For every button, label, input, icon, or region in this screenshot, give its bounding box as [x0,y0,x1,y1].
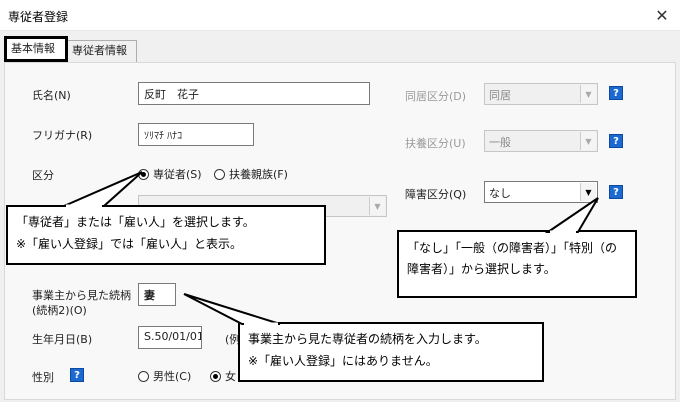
relation-input[interactable]: 妻 [138,283,176,306]
callout-relation-line1: 事業主から見た専従者の続柄を入力します。 [248,332,487,346]
name-label: 氏名(N) [32,89,71,102]
title-bar: 専従者登録 ✕ [0,0,680,31]
radio-circle [138,370,149,382]
chevron-down-icon: ▼ [369,197,385,215]
radio-senjuusha-label: 専従者(S) [153,168,202,181]
name-input[interactable]: 反町 花子 [138,82,370,105]
help-icon[interactable]: ? [609,86,623,100]
callout-shougai-line2: 障害者）」から選択します。 [407,262,556,276]
radio-circle-selected [210,370,221,382]
relation-label-line2: (続柄2)(O) [32,304,87,317]
callout-kubun-line2: ※「雇い人登録」では「雇い人」と表示。 [16,237,243,251]
kubun-label: 区分 [32,169,54,182]
callout-shougai-pointer [544,197,599,234]
radio-female[interactable]: 女 [210,368,236,384]
callout-kubun: 「専従者」または「雇い人」を選択します。 ※「雇い人登録」では「雇い人」と表示。 [6,205,326,265]
help-icon[interactable]: ? [609,134,623,148]
callout-relation-line2: ※「雇い人登録」にはありません。 [248,354,438,368]
fuyou-label: 扶養区分(U) [405,137,466,150]
help-icon[interactable]: ? [609,185,623,199]
callout-relation: 事業主から見た専従者の続柄を入力します。 ※「雇い人登録」にはありません。 [238,322,544,382]
callout-kubun-pointer [63,171,143,208]
chevron-down-icon: ▼ [580,85,596,103]
doukyo-combo[interactable]: 同居 ▼ [484,83,598,105]
close-icon[interactable]: ✕ [644,0,680,30]
fuyou-combo[interactable]: 一般 ▼ [484,130,598,152]
callout-shougai: 「なし」「一般（の障害者）」「特別（の 障害者）」から選択します。 [397,230,637,298]
radio-male-label: 男性(C) [153,370,192,383]
radio-fuyou-label: 扶養親族(F) [229,168,288,181]
radio-female-label: 女 [225,370,236,383]
fuyou-value: 一般 [489,136,511,149]
tab-basic-info[interactable]: 基本情報 [4,36,68,62]
birth-label: 生年月日(B) [32,333,93,346]
kana-label: フリガナ(R) [32,129,93,142]
radio-male[interactable]: 男性(C) [138,368,191,384]
callout-shougai-line1: 「なし」「一般（の障害者）」「特別（の [407,241,618,255]
relation-label-line1: 事業主から見た続柄 [32,289,131,302]
tab-employee-info[interactable]: 専従者情報 [67,40,137,62]
shougai-label: 障害区分(Q) [405,188,467,201]
shougai-value: なし [489,187,511,200]
doukyo-value: 同居 [489,89,511,102]
window-title: 専従者登録 [8,10,69,24]
chevron-down-icon: ▼ [580,132,596,150]
radio-circle [214,168,225,180]
sex-label: 性別 [32,371,54,384]
callout-relation-pointer [183,293,281,326]
doukyo-label: 同居区分(D) [405,90,467,103]
radio-fuyou-shinzoku[interactable]: 扶養親族(F) [214,166,288,182]
callout-kubun-line1: 「専従者」または「雇い人」を選択します。 [16,215,255,229]
help-icon[interactable]: ? [70,368,84,382]
birth-input[interactable]: S.50/01/01 [138,326,202,349]
kana-input[interactable]: ｿﾘﾏﾁ ﾊﾅｺ [138,123,254,146]
